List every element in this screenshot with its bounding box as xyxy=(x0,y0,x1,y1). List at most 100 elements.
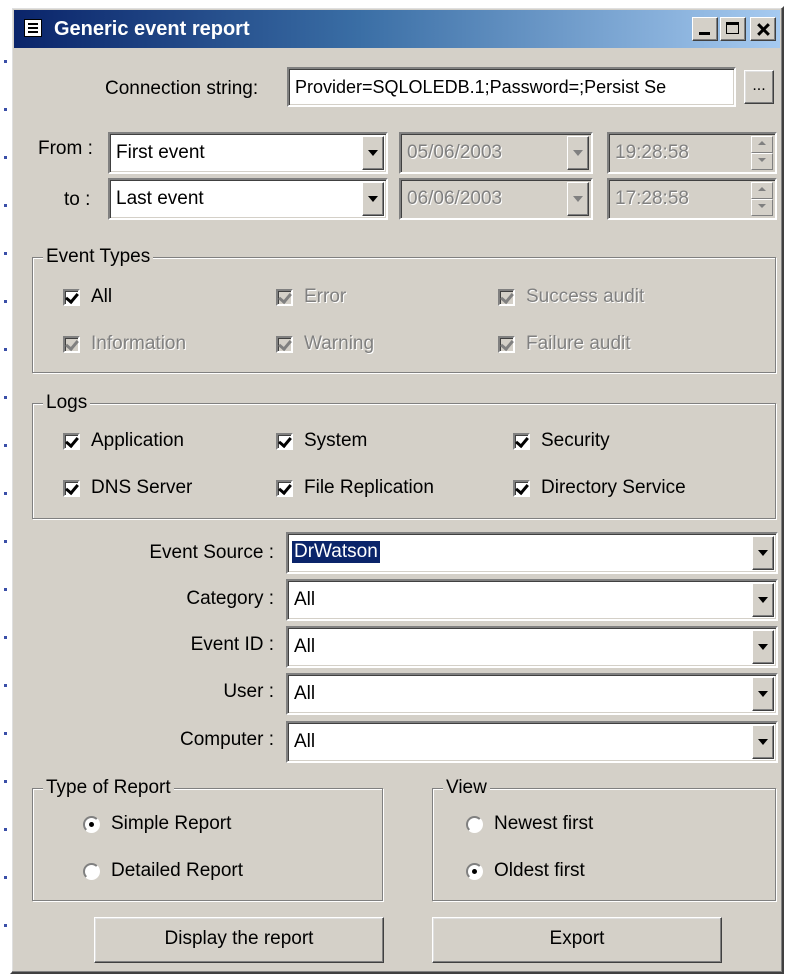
checkbox-icon[interactable] xyxy=(63,479,80,497)
event-types-group: Event Types All Error Success audit Info… xyxy=(32,246,776,373)
maximize-button[interactable] xyxy=(720,17,746,41)
radio-oldest-first[interactable]: Oldest first xyxy=(466,860,585,882)
radio-unselected-icon[interactable] xyxy=(466,815,483,833)
radio-newest-first-label: Newest first xyxy=(494,813,594,834)
checkbox-application-label: Application xyxy=(91,430,184,451)
view-title: View xyxy=(443,777,490,799)
from-preset-value: First event xyxy=(116,142,205,163)
user-dropdown[interactable]: All xyxy=(286,673,778,715)
minimize-button[interactable] xyxy=(692,17,718,41)
to-time-spinner[interactable]: 17:28:58 xyxy=(607,178,777,220)
chevron-down-icon[interactable] xyxy=(362,182,384,216)
radio-unselected-icon[interactable] xyxy=(83,862,100,880)
radio-newest-first[interactable]: Newest first xyxy=(466,813,593,835)
user-label: User : xyxy=(223,681,274,702)
checkbox-information-label: Information xyxy=(91,333,187,354)
connection-string-value: Provider=SQLOLEDB.1;Password=;Persist Se xyxy=(295,77,667,97)
checkbox-dns-server[interactable]: DNS Server xyxy=(63,477,192,499)
event-source-dropdown[interactable]: DrWatson xyxy=(286,532,778,574)
to-label: to : xyxy=(64,189,91,210)
window-title: Generic event report xyxy=(54,18,250,40)
checkbox-icon[interactable] xyxy=(276,479,293,497)
chevron-down-icon[interactable] xyxy=(567,136,589,170)
checkbox-icon[interactable] xyxy=(63,432,80,450)
radio-selected-icon[interactable] xyxy=(466,862,483,880)
to-date-picker[interactable]: 06/06/2003 xyxy=(399,178,593,220)
checkbox-icon[interactable] xyxy=(498,335,515,353)
radio-simple-report[interactable]: Simple Report xyxy=(83,813,231,835)
browse-connection-button[interactable]: ... xyxy=(744,70,774,104)
spinner-arrows-icon[interactable] xyxy=(751,182,773,216)
chevron-down-icon[interactable] xyxy=(362,136,384,170)
logs-title: Logs xyxy=(43,392,91,414)
chevron-down-icon[interactable] xyxy=(752,677,774,711)
chevron-down-icon[interactable] xyxy=(752,725,774,759)
checkbox-icon[interactable] xyxy=(276,335,293,353)
from-preset-dropdown[interactable]: First event xyxy=(108,132,388,174)
title-bar[interactable]: Generic event report xyxy=(14,10,780,48)
radio-oldest-first-label: Oldest first xyxy=(494,860,585,881)
checkbox-directory-service-label: Directory Service xyxy=(541,477,686,498)
chevron-down-icon[interactable] xyxy=(752,630,774,664)
close-button[interactable] xyxy=(750,17,776,41)
computer-label: Computer : xyxy=(180,729,274,750)
report-icon[interactable] xyxy=(24,19,42,37)
checkbox-icon[interactable] xyxy=(63,335,80,353)
chevron-down-icon[interactable] xyxy=(752,536,774,570)
checkbox-icon[interactable] xyxy=(498,288,515,306)
checkbox-security-label: Security xyxy=(541,430,610,451)
display-report-button[interactable]: Display the report xyxy=(94,917,384,963)
user-value: All xyxy=(294,683,316,704)
computer-value: All xyxy=(294,731,316,752)
event-source-value: DrWatson xyxy=(292,541,380,563)
checkbox-all-label: All xyxy=(91,286,113,307)
checkbox-system[interactable]: System xyxy=(276,430,367,452)
background-dots xyxy=(4,60,7,960)
checkbox-application[interactable]: Application xyxy=(63,430,184,452)
checkbox-icon[interactable] xyxy=(276,288,293,306)
radio-detailed-report[interactable]: Detailed Report xyxy=(83,860,243,882)
checkbox-error[interactable]: Error xyxy=(276,286,346,308)
checkbox-icon[interactable] xyxy=(513,432,530,450)
export-button[interactable]: Export xyxy=(432,917,722,963)
checkbox-failure-audit-label: Failure audit xyxy=(526,333,631,354)
checkbox-warning-label: Warning xyxy=(304,333,375,354)
checkbox-directory-service[interactable]: Directory Service xyxy=(513,477,686,499)
checkbox-file-replication-label: File Replication xyxy=(304,477,434,498)
from-date-picker[interactable]: 05/06/2003 xyxy=(399,132,593,174)
from-date-value: 05/06/2003 xyxy=(407,142,503,163)
checkbox-file-replication[interactable]: File Replication xyxy=(276,477,434,499)
checkbox-system-label: System xyxy=(304,430,368,451)
event-id-dropdown[interactable]: All xyxy=(286,626,778,668)
checkbox-warning[interactable]: Warning xyxy=(276,333,374,355)
category-label: Category : xyxy=(186,588,274,609)
event-id-value: All xyxy=(294,636,316,657)
checkbox-icon[interactable] xyxy=(276,432,293,450)
report-window: Generic event report Connection string: … xyxy=(10,6,784,974)
radio-selected-icon[interactable] xyxy=(83,815,100,833)
checkbox-icon[interactable] xyxy=(513,479,530,497)
from-time-spinner[interactable]: 19:28:58 xyxy=(607,132,777,174)
chevron-down-icon[interactable] xyxy=(567,182,589,216)
computer-dropdown[interactable]: All xyxy=(286,721,778,763)
to-preset-dropdown[interactable]: Last event xyxy=(108,178,388,220)
event-id-label: Event ID : xyxy=(190,634,274,655)
event-source-label: Event Source : xyxy=(149,542,274,563)
category-dropdown[interactable]: All xyxy=(286,579,778,621)
connection-string-field[interactable]: Provider=SQLOLEDB.1;Password=;Persist Se xyxy=(287,67,736,107)
to-preset-value: Last event xyxy=(116,188,204,209)
checkbox-error-label: Error xyxy=(304,286,347,307)
from-time-value: 19:28:58 xyxy=(615,142,689,163)
checkbox-success-audit[interactable]: Success audit xyxy=(498,286,644,308)
checkbox-dns-server-label: DNS Server xyxy=(91,477,193,498)
spinner-arrows-icon[interactable] xyxy=(751,136,773,170)
checkbox-success-audit-label: Success audit xyxy=(526,286,645,307)
chevron-down-icon[interactable] xyxy=(752,583,774,617)
checkbox-failure-audit[interactable]: Failure audit xyxy=(498,333,631,355)
from-label: From : xyxy=(38,138,93,159)
checkbox-security[interactable]: Security xyxy=(513,430,610,452)
checkbox-all[interactable]: All xyxy=(63,286,112,308)
event-types-title: Event Types xyxy=(43,246,154,268)
checkbox-icon[interactable] xyxy=(63,288,80,306)
checkbox-information[interactable]: Information xyxy=(63,333,186,355)
